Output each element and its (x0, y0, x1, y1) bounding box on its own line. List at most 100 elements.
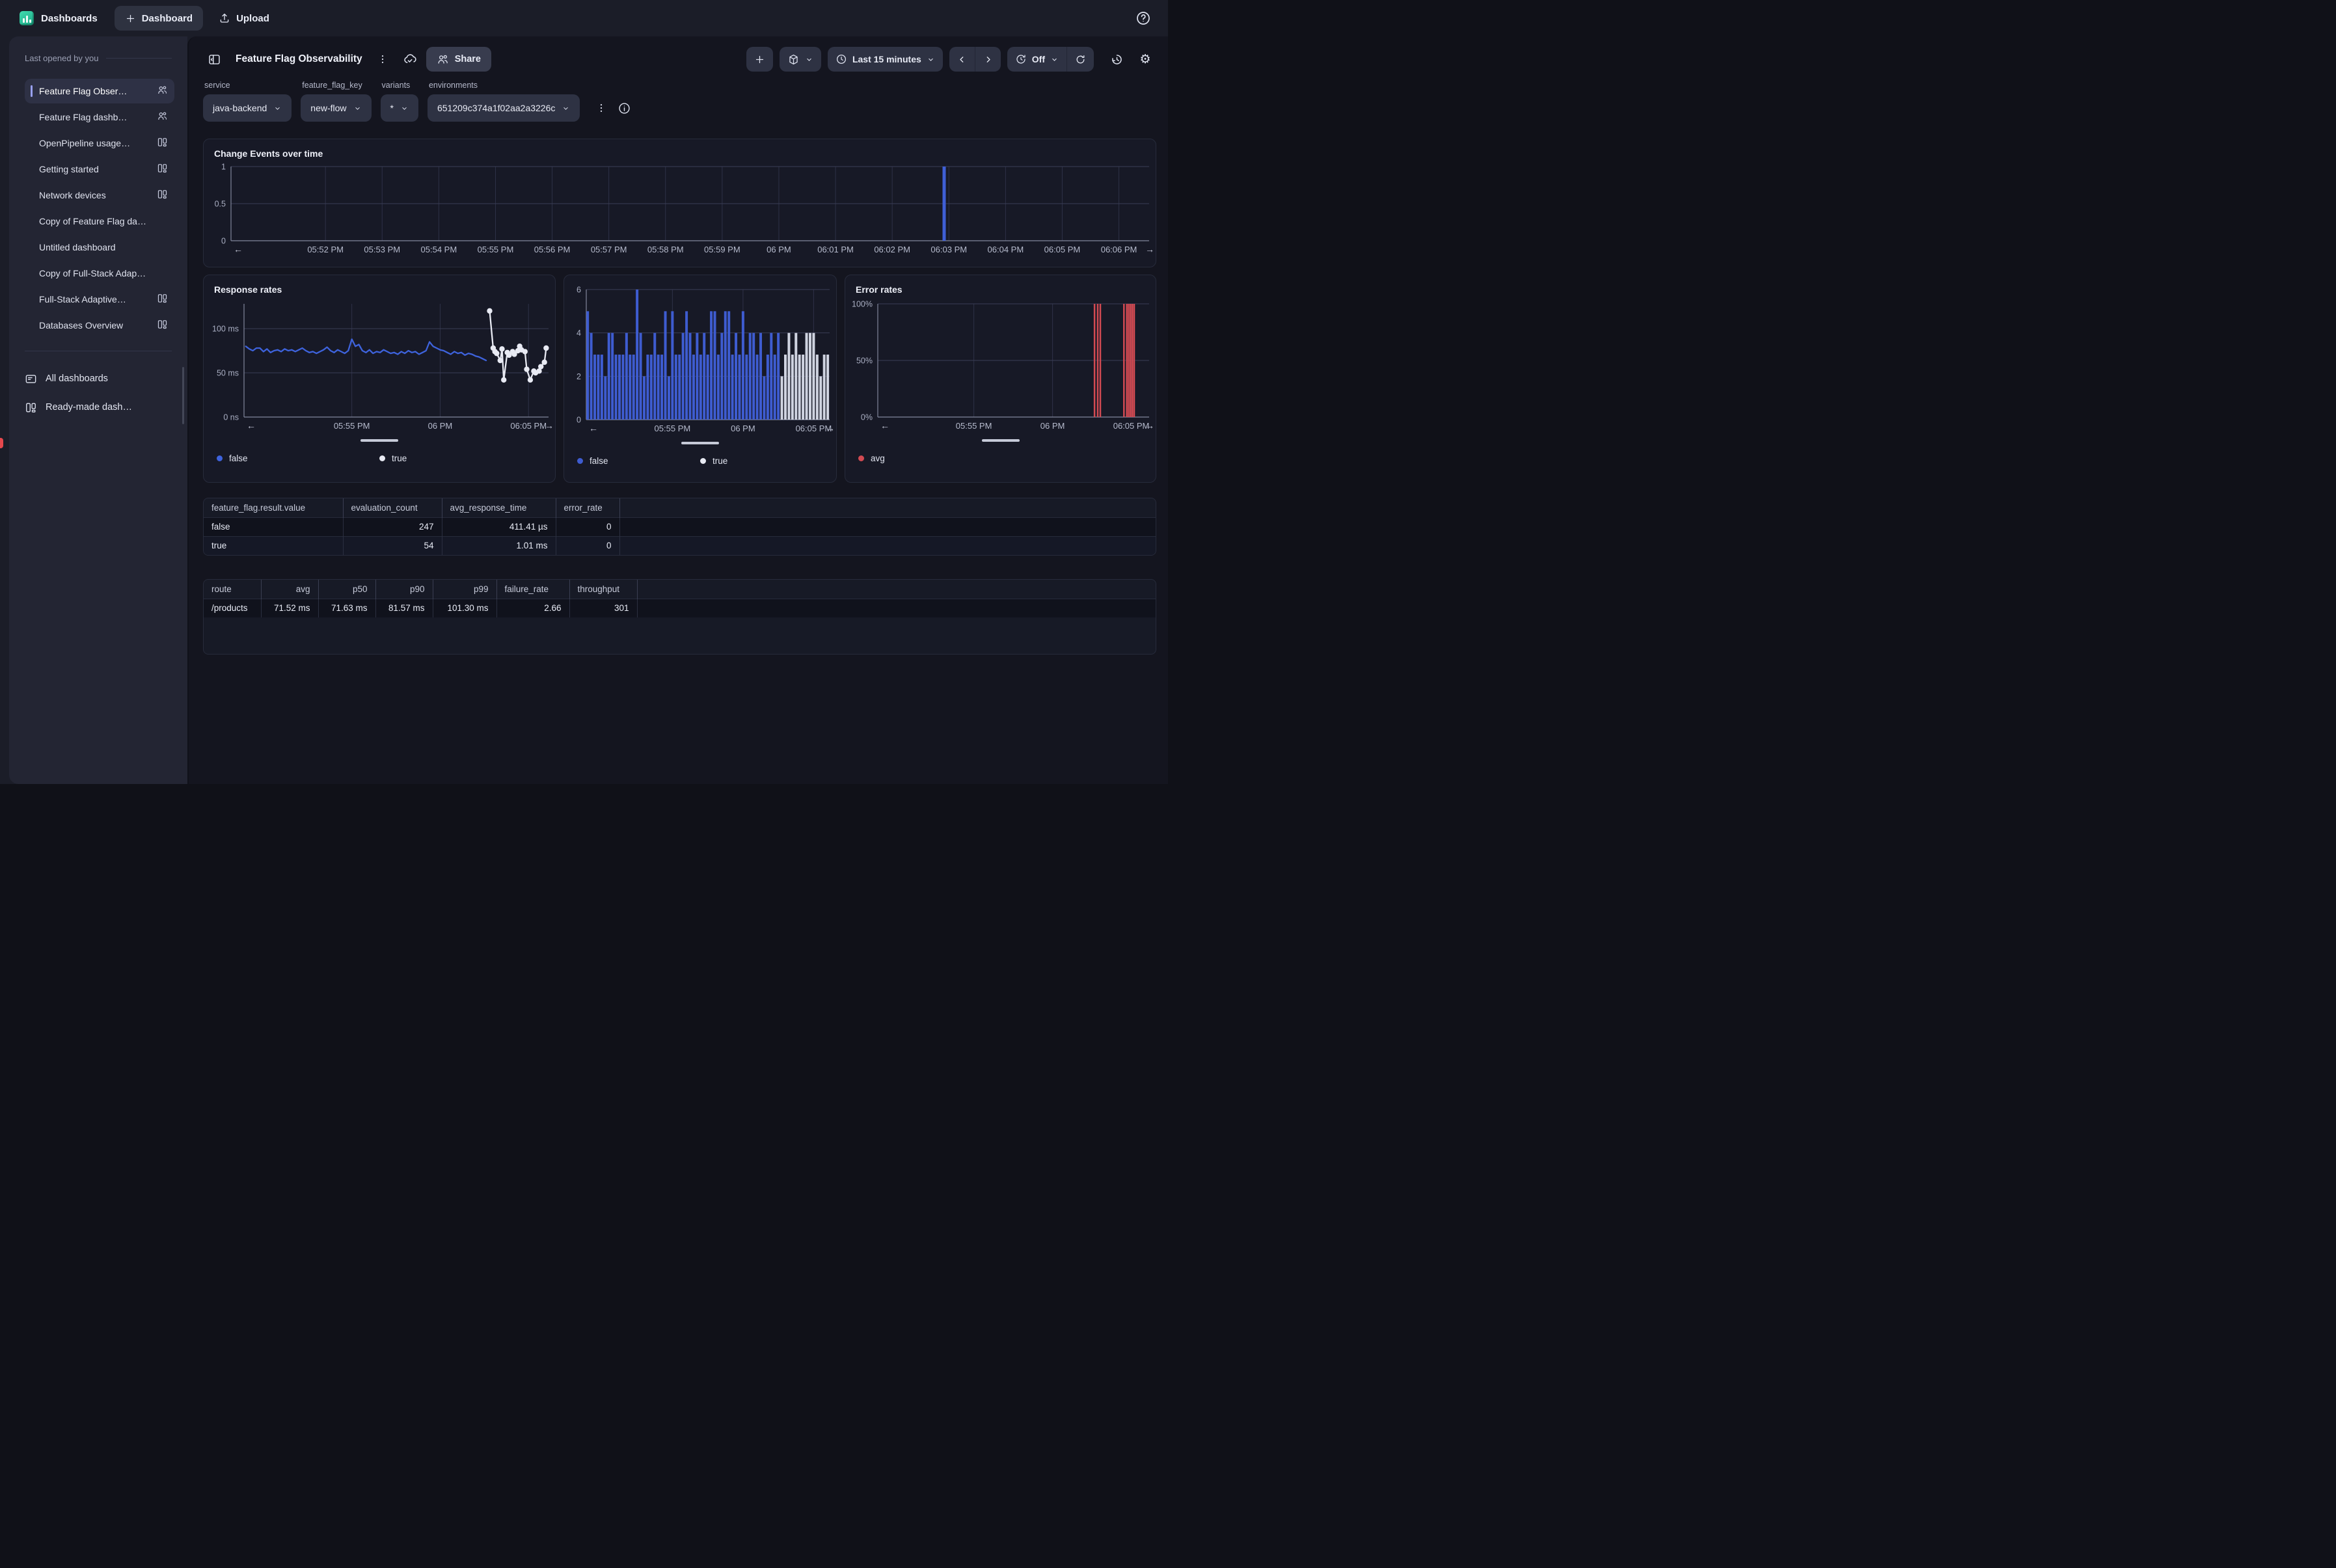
time-back-button[interactable] (949, 47, 975, 72)
layout-icon (157, 319, 168, 332)
sidebar-item-label: Feature Flag Obser… (39, 86, 127, 96)
clock-refresh-icon (1015, 53, 1027, 65)
legend-item-false[interactable]: false (217, 453, 379, 463)
column-header[interactable]: failure_rate (496, 580, 569, 599)
sidebar: Last opened by you Feature Flag Obser…Fe… (9, 36, 187, 784)
legend-label: false (229, 453, 248, 463)
sidebar-item[interactable]: Getting started (25, 157, 174, 182)
svg-text:06:05 PM: 06:05 PM (510, 421, 547, 431)
upload-button[interactable]: Upload (208, 6, 280, 31)
evaluation-counts-chart[interactable]: 024605:55 PM06 PM06:05 PM←→ (564, 284, 836, 437)
sidebar-item-ready-made-dash-[interactable]: Ready-made dash… (9, 393, 187, 422)
sidebar-item[interactable]: Feature Flag Obser… (25, 79, 174, 103)
add-panel-button[interactable] (746, 47, 773, 72)
sidebar-item[interactable]: Databases Overview (25, 313, 174, 338)
sidebar-item[interactable]: Feature Flag dashb… (25, 105, 174, 129)
column-header[interactable]: feature_flag.result.value (204, 498, 343, 517)
sidebar-item[interactable]: Untitled dashboard (25, 235, 174, 260)
route-stats-table: routeavgp50p90p99failure_ratethroughput /… (203, 579, 1156, 655)
legend-item-avg[interactable]: avg (858, 453, 1001, 463)
column-header[interactable]: error_rate (556, 498, 619, 517)
plus-icon (754, 54, 765, 65)
legend-dot-icon (217, 455, 223, 461)
info-icon[interactable] (618, 101, 631, 115)
chevron-down-icon (927, 55, 935, 64)
chart-scrollbar[interactable] (360, 439, 398, 442)
cloud-sync-icon[interactable] (399, 47, 421, 71)
legend-dot-icon (700, 458, 706, 464)
sidebar-item-all-dashboards[interactable]: All dashboards (9, 364, 187, 393)
sidebar-item[interactable]: OpenPipeline usage… (25, 131, 174, 155)
svg-text:05:55 PM: 05:55 PM (956, 421, 992, 431)
kebab-menu-icon[interactable] (595, 102, 607, 114)
layout-icon (157, 293, 168, 306)
legend-item-true[interactable]: true (700, 456, 823, 466)
sidebar-item-label: Copy of Feature Flag da… (39, 216, 146, 226)
help-icon[interactable] (1135, 10, 1151, 26)
table-cell: 411.41 µs (442, 517, 556, 536)
svg-text:100 ms: 100 ms (212, 325, 239, 334)
table-cell: 1.01 ms (442, 536, 556, 555)
table-row: true541.01 ms0 (204, 536, 1156, 555)
time-range-button[interactable]: Last 15 minutes (828, 47, 943, 72)
svg-text:←: ← (247, 420, 256, 431)
filter-dropdown[interactable]: 651209c374a1f02aa2a3226c (428, 94, 580, 122)
time-forward-button[interactable] (975, 47, 1001, 72)
dashboard-controls: Last 15 minutes Off (746, 47, 1156, 72)
column-header[interactable]: avg_response_time (442, 498, 556, 517)
column-header[interactable]: p90 (375, 580, 433, 599)
svg-text:0 ns: 0 ns (223, 413, 239, 422)
svg-text:06:06 PM: 06:06 PM (1101, 245, 1137, 254)
time-range-label: Last 15 minutes (852, 54, 921, 64)
chart-scrollbar[interactable] (681, 442, 719, 444)
top-bar: Dashboards Dashboard Upload (0, 0, 1168, 36)
legend-item-true[interactable]: true (379, 453, 542, 463)
error-rates-chart[interactable]: 0%50%100%05:55 PM06 PM06:05 PM←→ (845, 299, 1156, 434)
sidebar-item-label: Untitled dashboard (39, 242, 116, 252)
svg-text:06 PM: 06 PM (731, 424, 755, 433)
column-header[interactable]: evaluation_count (343, 498, 442, 517)
column-header[interactable]: p50 (318, 580, 375, 599)
svg-text:1: 1 (221, 163, 226, 172)
sidebar-item[interactable]: Network devices (25, 183, 174, 208)
collapse-sidebar-button[interactable] (203, 47, 225, 71)
filter-label: variants (382, 81, 418, 90)
sidebar-scrollbar[interactable] (182, 367, 184, 424)
sidebar-item[interactable]: Full-Stack Adaptive… (25, 287, 174, 312)
filter-dropdown[interactable]: java-backend (203, 94, 292, 122)
response-rates-chart[interactable]: 0 ns50 ms100 ms05:55 PM06 PM06:05 PM←→ (204, 299, 555, 434)
new-dashboard-button[interactable]: Dashboard (115, 6, 203, 31)
kebab-menu-icon[interactable] (372, 47, 394, 71)
change-events-chart[interactable]: 00.5105:52 PM05:53 PM05:54 PM05:55 PM05:… (204, 161, 1156, 258)
column-header[interactable]: avg (261, 580, 318, 599)
table-cell: 301 (569, 599, 637, 617)
column-header[interactable]: throughput (569, 580, 637, 599)
table-cell: /products (204, 599, 261, 617)
sidebar-item-label: Network devices (39, 190, 106, 200)
layout-icon (157, 137, 168, 150)
legend-item-false[interactable]: false (577, 456, 700, 466)
selected-indicator (31, 85, 33, 97)
chart-scrollbar[interactable] (982, 439, 1020, 442)
filter-dropdown[interactable]: new-flow (301, 94, 371, 122)
refresh-button[interactable] (1066, 47, 1094, 72)
filter-label: environments (429, 81, 580, 90)
column-header[interactable]: route (204, 580, 261, 599)
gear-icon[interactable]: ⚙ (1134, 47, 1156, 71)
filter-dropdown[interactable]: * (381, 94, 418, 122)
share-button[interactable]: Share (426, 47, 491, 72)
filter-value: * (390, 103, 394, 113)
legend-dot-icon (577, 458, 583, 464)
column-header[interactable]: p99 (433, 580, 496, 599)
sidebar-item[interactable]: Copy of Full-Stack Adap… (25, 261, 174, 286)
brand-logo-icon (20, 11, 34, 25)
chevron-down-icon (1050, 55, 1059, 64)
svg-text:6: 6 (577, 286, 581, 295)
brand[interactable]: Dashboards (20, 11, 98, 25)
datasets-button[interactable] (780, 47, 821, 72)
auto-refresh-button[interactable]: Off (1007, 47, 1066, 72)
people-icon (437, 53, 449, 66)
sidebar-item[interactable]: Copy of Feature Flag da… (25, 209, 174, 234)
svg-text:05:53 PM: 05:53 PM (364, 245, 400, 254)
history-icon[interactable] (1106, 47, 1128, 71)
